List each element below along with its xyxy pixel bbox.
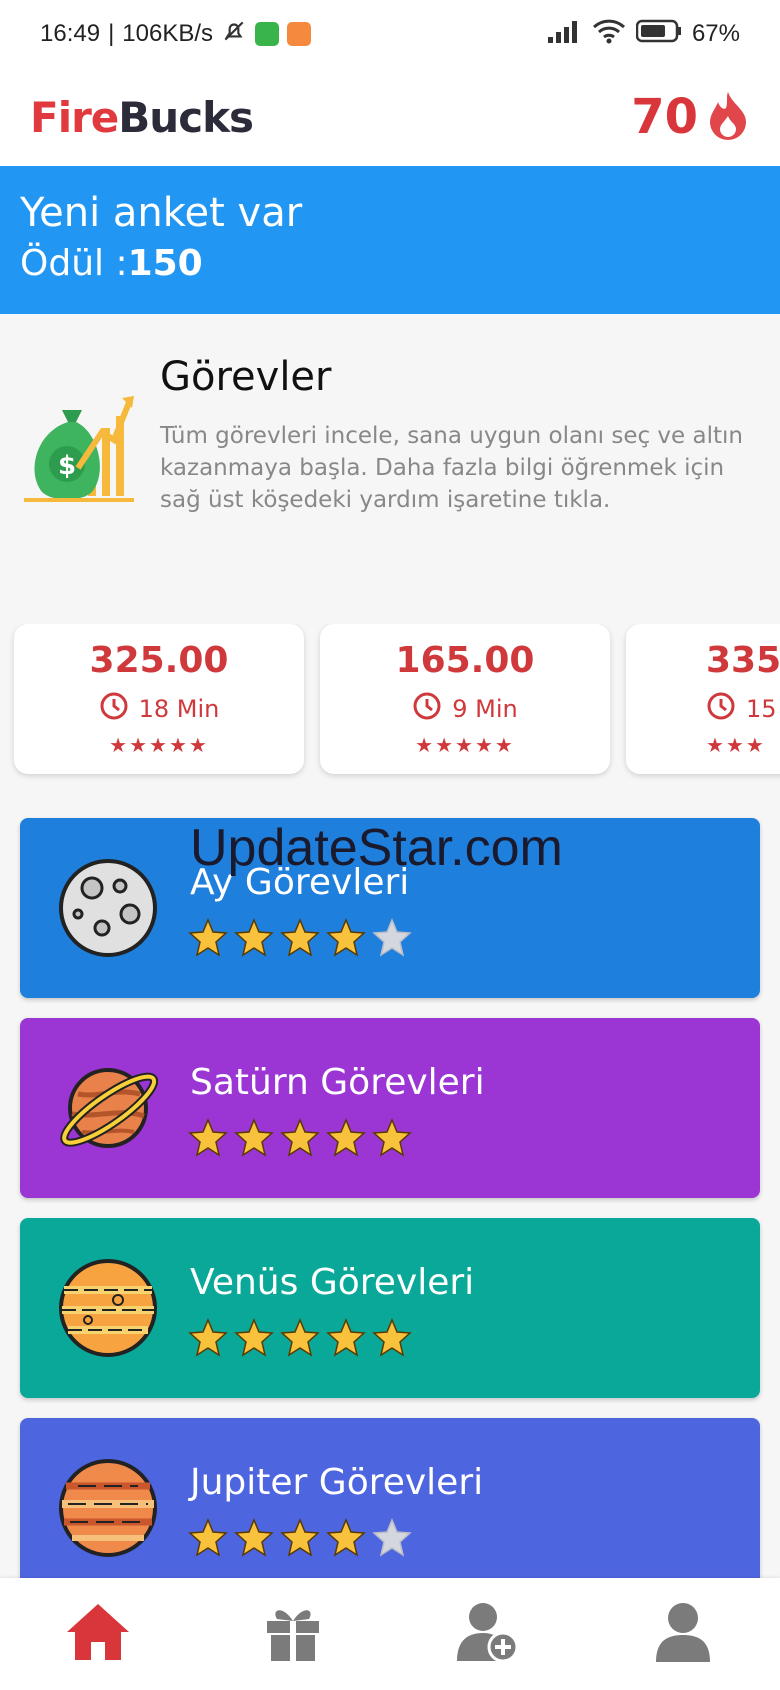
star-filled-icon: [372, 1118, 412, 1162]
star-filled-icon: [188, 1118, 228, 1162]
bottom-navigation: [0, 1578, 780, 1690]
star-filled-icon: [234, 1518, 274, 1562]
category-card-jupiter[interactable]: Jupiter Görevleri: [20, 1418, 760, 1598]
nav-home[interactable]: [48, 1584, 148, 1684]
offer-time: 9 Min: [320, 691, 610, 727]
nav-profile[interactable]: [633, 1584, 733, 1684]
star-filled-icon: [234, 918, 274, 962]
offer-card[interactable]: 165.00 9 Min ★★★★★: [320, 624, 610, 774]
star-empty-icon: [372, 1518, 412, 1562]
clock-icon: [706, 691, 736, 727]
status-right: 67%: [547, 18, 740, 51]
offer-price: 165.00: [395, 640, 535, 681]
offer-price: 325.00: [89, 640, 229, 681]
brand-logo: FireBucks: [30, 92, 254, 142]
star-filled-icon: [326, 1518, 366, 1562]
coin-balance[interactable]: 70: [631, 89, 750, 145]
status-left: 16:49 | 106KB/s: [40, 18, 312, 51]
coin-count: 70: [631, 89, 698, 145]
mute-bell-icon: [221, 18, 247, 51]
profile-icon: [655, 1602, 710, 1666]
star-rating: [188, 1518, 412, 1562]
star-filled-icon: [280, 1118, 320, 1162]
saturn-icon: [58, 1058, 159, 1158]
banner-reward: Ödül :150: [20, 243, 203, 284]
star-rating: [188, 918, 412, 962]
star-rating: [188, 1318, 412, 1362]
offer-rating: ★★★: [706, 733, 766, 757]
nav-gifts[interactable]: [243, 1584, 343, 1684]
clock-icon: [99, 691, 129, 727]
star-filled-icon: [326, 918, 366, 962]
gift-icon: [263, 1601, 323, 1667]
star-filled-icon: [372, 1318, 412, 1362]
flame-icon: [706, 90, 750, 144]
star-filled-icon: [234, 1318, 274, 1362]
app-bar: FireBucks 70: [0, 68, 780, 166]
battery-icon: [635, 19, 682, 50]
star-filled-icon: [326, 1318, 366, 1362]
tasks-title: Görevler: [160, 354, 332, 400]
svg-text:$: $: [58, 451, 76, 481]
star-filled-icon: [188, 1518, 228, 1562]
money-bag-growth-icon: $: [22, 392, 140, 510]
banner-title: Yeni anket var: [20, 190, 303, 236]
jupiter-icon: [58, 1458, 158, 1558]
venus-icon: [58, 1258, 158, 1358]
star-filled-icon: [188, 1318, 228, 1362]
offer-rating: ★★★★★: [109, 733, 209, 757]
star-filled-icon: [280, 918, 320, 962]
offer-carousel[interactable]: 325.00 18 Min ★★★★★ 165.00 9 Min ★★★★★ 3…: [0, 624, 780, 784]
offer-card[interactable]: 325.00 18 Min ★★★★★: [14, 624, 304, 774]
offer-card[interactable]: 335. 15 ★★★: [626, 624, 780, 774]
category-title: Satürn Görevleri: [190, 1062, 485, 1103]
star-filled-icon: [326, 1118, 366, 1162]
star-filled-icon: [280, 1318, 320, 1362]
category-title: Venüs Görevleri: [190, 1262, 475, 1303]
tasks-description: Tüm görevleri incele, sana uygun olanı s…: [160, 423, 743, 513]
star-empty-icon: [372, 918, 412, 962]
app-notification-icon: [255, 22, 280, 46]
status-time: 16:49: [40, 20, 101, 47]
add-user-icon: [456, 1601, 519, 1667]
moon-icon: [58, 858, 158, 958]
signal-icon: [547, 19, 582, 50]
category-card-venus[interactable]: Venüs Görevleri: [20, 1218, 760, 1398]
wifi-icon: [592, 18, 626, 51]
clock-icon: [412, 691, 442, 727]
star-filled-icon: [188, 918, 228, 962]
category-title: Jupiter Görevleri: [190, 1462, 484, 1503]
app-notification-icon: [287, 22, 312, 46]
offer-time: 18 Min: [14, 691, 304, 727]
star-rating: [188, 1118, 412, 1162]
status-bar: 16:49 | 106KB/s 67%: [0, 0, 780, 68]
watermark: UpdateStar.com: [190, 819, 563, 877]
home-icon: [65, 1602, 131, 1666]
offer-time: 15: [706, 691, 780, 727]
nav-invite[interactable]: [438, 1584, 538, 1684]
star-filled-icon: [234, 1118, 274, 1162]
battery-percent: 67%: [691, 20, 740, 47]
star-filled-icon: [280, 1518, 320, 1562]
offer-rating: ★★★★★: [415, 733, 515, 757]
offer-price: 335.: [706, 640, 780, 681]
category-card-saturn[interactable]: Satürn Görevleri: [20, 1018, 760, 1198]
new-survey-banner[interactable]: Yeni anket var Ödül :150: [0, 166, 780, 314]
status-speed: 106KB/s: [122, 20, 214, 47]
